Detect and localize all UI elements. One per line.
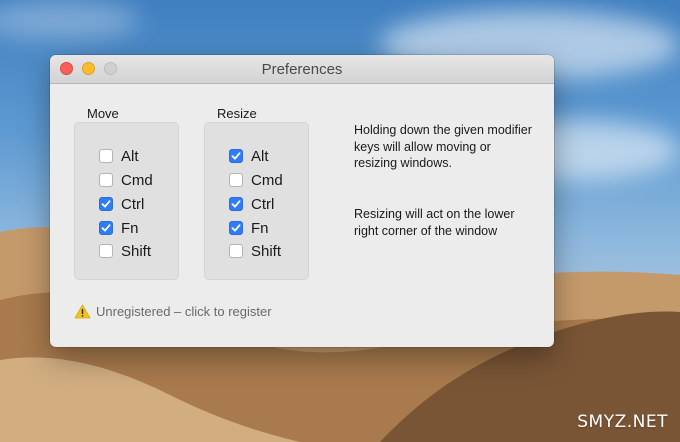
move-option-fn[interactable]: Fn — [99, 218, 139, 238]
move-group-label: Move — [87, 106, 119, 121]
move-cmd-checkbox[interactable] — [99, 173, 113, 187]
warning-icon — [74, 304, 91, 319]
resize-option-cmd[interactable]: Cmd — [229, 170, 283, 190]
info-paragraph-resizing: Resizing will act on the lower right cor… — [354, 207, 515, 238]
checkmark-icon — [231, 224, 241, 232]
info-paragraph-modifiers: Holding down the given modifier keys wil… — [354, 123, 532, 170]
register-link[interactable]: Unregistered – click to register — [74, 304, 272, 319]
resize-cmd-label: Cmd — [251, 171, 283, 189]
resize-option-alt[interactable]: Alt — [229, 146, 269, 166]
move-alt-label: Alt — [121, 147, 139, 165]
move-option-shift[interactable]: Shift — [99, 241, 151, 261]
resize-shift-label: Shift — [251, 242, 282, 260]
checkmark-icon — [231, 152, 241, 160]
move-shift-checkbox[interactable] — [99, 244, 113, 258]
checkmark-icon — [101, 224, 111, 232]
move-ctrl-label: Ctrl — [121, 195, 145, 213]
move-option-ctrl[interactable]: Ctrl — [99, 194, 144, 214]
move-shift-label: Shift — [121, 242, 152, 260]
move-cmd-label: Cmd — [121, 171, 153, 189]
resize-fn-label: Fn — [251, 219, 269, 237]
move-option-alt[interactable]: Alt — [99, 146, 139, 166]
move-fn-label: Fn — [121, 219, 139, 237]
move-fn-checkbox[interactable] — [99, 221, 113, 235]
resize-alt-label: Alt — [251, 147, 269, 165]
window-title: Preferences — [261, 61, 343, 78]
checkmark-icon — [101, 200, 111, 208]
resize-cmd-checkbox[interactable] — [229, 173, 243, 187]
resize-group-label: Resize — [217, 106, 257, 121]
move-alt-checkbox[interactable] — [99, 149, 113, 163]
watermark-text: SMYZ.NET — [577, 412, 668, 432]
resize-alt-checkbox[interactable] — [229, 149, 243, 163]
preferences-window: Preferences Move Alt Cmd Ctrl Fn Shift R… — [50, 55, 554, 347]
register-text: Unregistered – click to register — [96, 304, 272, 319]
resize-group-box: Alt Cmd Ctrl Fn Shift — [204, 122, 309, 280]
move-option-cmd[interactable]: Cmd — [99, 170, 153, 190]
resize-option-ctrl[interactable]: Ctrl — [229, 194, 274, 214]
move-group-box: Alt Cmd Ctrl Fn Shift — [74, 122, 179, 280]
move-ctrl-checkbox[interactable] — [99, 197, 113, 211]
resize-ctrl-checkbox[interactable] — [229, 197, 243, 211]
resize-option-fn[interactable]: Fn — [229, 218, 269, 238]
desktop-background: SMYZ.NET Preferences Move Alt Cmd Ctrl F… — [0, 0, 680, 442]
title-bar[interactable]: Preferences — [50, 55, 554, 84]
resize-option-shift[interactable]: Shift — [229, 241, 281, 261]
resize-shift-checkbox[interactable] — [229, 244, 243, 258]
resize-fn-checkbox[interactable] — [229, 221, 243, 235]
resize-ctrl-label: Ctrl — [251, 195, 275, 213]
checkmark-icon — [231, 200, 241, 208]
